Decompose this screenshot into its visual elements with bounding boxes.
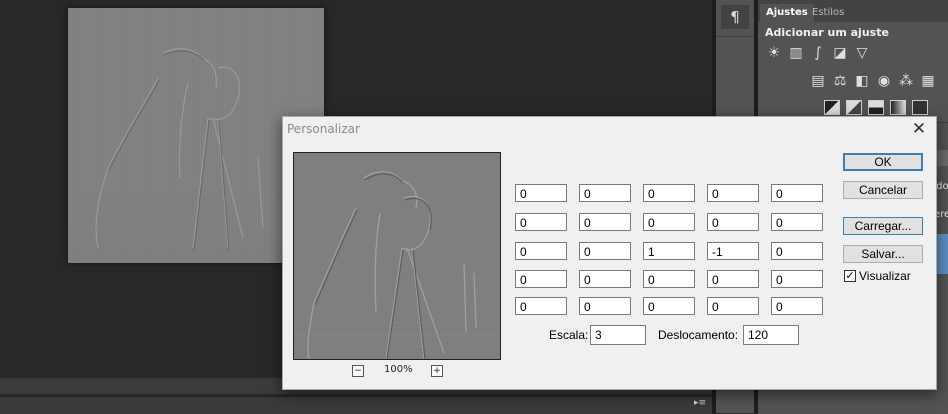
preview-image <box>294 153 500 359</box>
matrix-cell-r2c4[interactable]: 0 <box>707 213 759 231</box>
levels-icon[interactable]: ▥ <box>788 45 804 61</box>
selected-layer-highlight[interactable] <box>936 234 948 274</box>
matrix-cell-r5c1[interactable]: 0 <box>515 297 567 315</box>
offset-label: Deslocamento: <box>658 328 739 342</box>
load-button[interactable]: Carregar... <box>843 217 923 235</box>
matrix-cell-r4c5[interactable]: 0 <box>771 270 823 288</box>
filter-preview[interactable] <box>293 152 501 360</box>
matrix-cell-r4c1[interactable]: 0 <box>515 270 567 288</box>
matrix-cell-r5c3[interactable]: 0 <box>643 297 695 315</box>
ok-button[interactable]: OK <box>843 153 923 171</box>
zoom-level: 100% <box>384 364 413 375</box>
black-white-icon[interactable]: ◧ <box>854 73 870 89</box>
custom-filter-dialog: Personalizar ✕ − 100% + 0 0 0 0 0 0 0 0 … <box>282 116 937 390</box>
scale-field[interactable]: 3 <box>590 325 646 345</box>
matrix-cell-r3c5[interactable]: 0 <box>771 242 823 260</box>
gradient-map-icon[interactable] <box>890 100 906 115</box>
matrix-cell-r5c2[interactable]: 0 <box>579 297 631 315</box>
vibrance-icon[interactable]: ▽ <box>854 45 870 61</box>
status-menu-icon[interactable]: ▸≡ <box>694 398 706 408</box>
matrix-cell-r1c5[interactable]: 0 <box>771 184 823 202</box>
matrix-cell-r1c4[interactable]: 0 <box>707 184 759 202</box>
brightness-contrast-icon[interactable]: ☀ <box>766 45 782 61</box>
posterize-icon[interactable] <box>846 100 862 115</box>
panel-tab-stub[interactable] <box>936 150 948 166</box>
panel-tab-bar: Ajustes Estilos <box>758 0 948 22</box>
dialog-title: Personalizar <box>287 122 360 136</box>
channel-mixer-icon[interactable]: ⁂ <box>898 73 914 89</box>
scale-label: Escala: <box>549 328 589 342</box>
zoom-in-button[interactable]: + <box>431 365 443 377</box>
matrix-cell-r4c4[interactable]: 0 <box>707 270 759 288</box>
matrix-cell-r3c2[interactable]: 0 <box>579 242 631 260</box>
photo-filter-icon[interactable]: ◉ <box>876 73 892 89</box>
divider <box>716 36 754 37</box>
matrix-cell-r5c5[interactable]: 0 <box>771 297 823 315</box>
curves-icon[interactable]: ∫ <box>810 45 826 61</box>
adjustments-heading: Adicionar um ajuste <box>765 26 889 39</box>
hue-saturation-icon[interactable]: ▤ <box>810 73 826 89</box>
paragraph-panel-icon[interactable]: ¶ <box>721 5 749 29</box>
close-icon[interactable]: ✕ <box>908 118 930 140</box>
selective-color-icon[interactable] <box>912 100 928 115</box>
matrix-cell-r3c4[interactable]: -1 <box>707 242 759 260</box>
threshold-icon[interactable] <box>868 100 884 115</box>
preview-checkbox[interactable]: ✓ <box>844 270 856 282</box>
tab-estilos[interactable]: Estilos <box>806 4 850 22</box>
save-button[interactable]: Salvar... <box>843 245 923 263</box>
matrix-cell-r1c2[interactable]: 0 <box>579 184 631 202</box>
matrix-cell-r3c3[interactable]: 1 <box>643 242 695 260</box>
matrix-cell-r2c5[interactable]: 0 <box>771 213 823 231</box>
matrix-cell-r2c2[interactable]: 0 <box>579 213 631 231</box>
invert-icon[interactable] <box>824 100 840 115</box>
cancel-button[interactable]: Cancelar <box>843 181 923 199</box>
matrix-cell-r3c1[interactable]: 0 <box>515 242 567 260</box>
offset-field[interactable]: 120 <box>743 325 799 345</box>
color-lookup-icon[interactable]: ▦ <box>920 73 936 89</box>
exposure-icon[interactable]: ◪ <box>832 45 848 61</box>
matrix-cell-r1c1[interactable]: 0 <box>515 184 567 202</box>
matrix-cell-r4c3[interactable]: 0 <box>643 270 695 288</box>
matrix-cell-r1c3[interactable]: 0 <box>643 184 695 202</box>
status-bar: ▸≡ <box>0 396 712 414</box>
color-balance-icon[interactable]: ⚖ <box>832 73 848 89</box>
matrix-cell-r2c1[interactable]: 0 <box>515 213 567 231</box>
preview-checkbox-label[interactable]: Visualizar <box>859 269 911 283</box>
matrix-cell-r5c4[interactable]: 0 <box>707 297 759 315</box>
zoom-out-button[interactable]: − <box>352 365 364 377</box>
matrix-cell-r4c2[interactable]: 0 <box>579 270 631 288</box>
matrix-cell-r2c3[interactable]: 0 <box>643 213 695 231</box>
